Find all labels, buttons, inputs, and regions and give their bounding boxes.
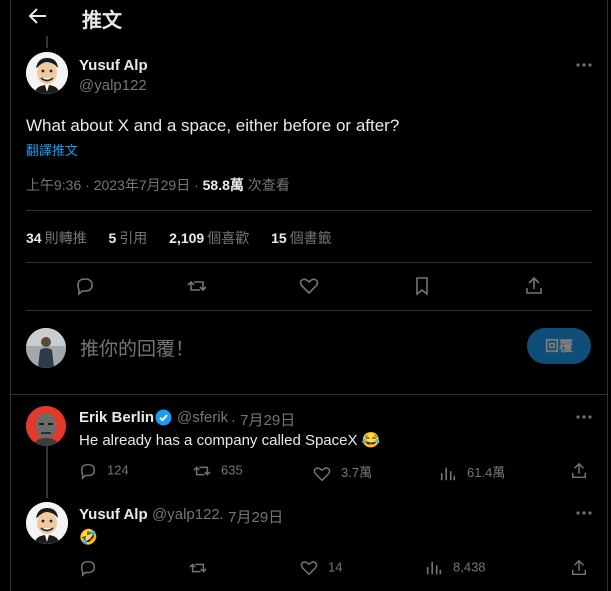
engagement-stats: 34 則轉推 5 引用 2,109 個喜歡 15 個書籤 <box>26 228 350 248</box>
tweet-timestamp[interactable]: 上午9:36 · 2023年7月29日 · <box>26 177 203 193</box>
like-stat[interactable]: 2,109 個喜歡 <box>169 230 249 246</box>
like-action[interactable]: 3.7萬 <box>313 462 372 483</box>
more-options-icon[interactable] <box>575 62 595 68</box>
reply-count: 124 <box>107 462 129 478</box>
reply-text: 🤣 <box>79 529 98 546</box>
view-count: 58.8萬 <box>202 177 244 193</box>
like-action[interactable]: 14 <box>300 559 342 577</box>
reply-date[interactable]: · 7月29日 <box>219 506 283 527</box>
column-border-right <box>607 0 608 591</box>
reply-text: He already has a company called SpaceX 😂 <box>79 432 381 449</box>
view-label: 次查看 <box>243 177 290 193</box>
divider <box>26 210 592 211</box>
author-handle[interactable]: @yalp122 <box>152 506 220 523</box>
column-border-left <box>10 0 11 591</box>
avatar[interactable] <box>26 52 68 94</box>
more-options-icon[interactable] <box>575 414 595 420</box>
author-name[interactable]: Yusuf Alp <box>79 57 148 74</box>
translate-link[interactable]: 翻譯推文 <box>26 140 78 159</box>
divider <box>26 310 592 311</box>
verified-badge-icon <box>155 409 172 426</box>
retweet-stat[interactable]: 34 則轉推 <box>26 230 87 246</box>
thread-connector <box>46 446 48 498</box>
retweet-count: 635 <box>221 462 243 478</box>
divider <box>26 262 592 263</box>
reply-input[interactable]: 推你的回覆！ <box>80 334 194 361</box>
view-count: 8,438 <box>453 559 486 575</box>
avatar[interactable] <box>26 406 66 446</box>
reply-action[interactable]: 124 <box>79 462 129 480</box>
views-action[interactable]: 61.4萬 <box>439 462 505 483</box>
current-user-avatar[interactable] <box>26 328 66 368</box>
retweet-action[interactable] <box>189 559 217 577</box>
retweet-icon[interactable] <box>187 276 207 296</box>
reply-button[interactable]: 回覆 <box>527 328 591 364</box>
author-name[interactable]: Erik Berlin <box>79 409 154 426</box>
reply-date[interactable]: · 7月29日 <box>231 409 295 430</box>
thread-connector <box>46 36 48 48</box>
retweet-action[interactable]: 635 <box>193 462 243 480</box>
bookmark-icon[interactable] <box>412 276 432 296</box>
more-options-icon[interactable] <box>575 510 595 516</box>
page-title: 推文 <box>82 10 122 32</box>
tweet-meta: 上午9:36 · 2023年7月29日 · 58.8萬 次查看 <box>26 175 290 195</box>
back-arrow-icon[interactable] <box>28 6 48 26</box>
share-icon[interactable] <box>570 462 588 480</box>
divider <box>11 394 607 395</box>
author-name[interactable]: Yusuf Alp <box>79 506 148 523</box>
tweet-text: What about X and a space, either before … <box>26 116 400 135</box>
author-handle[interactable]: @sferik <box>177 409 228 426</box>
quote-stat[interactable]: 5 引用 <box>108 230 147 246</box>
like-icon[interactable] <box>299 276 319 296</box>
like-count: 3.7萬 <box>341 465 373 480</box>
share-icon[interactable] <box>570 559 588 577</box>
reply-action[interactable] <box>79 559 107 577</box>
reply-icon[interactable] <box>75 276 95 296</box>
author-handle[interactable]: @yalp122 <box>79 77 147 94</box>
avatar[interactable] <box>26 502 68 544</box>
views-action[interactable]: 8,438 <box>425 559 486 577</box>
like-count: 14 <box>328 559 343 575</box>
view-count: 61.4萬 <box>467 465 506 480</box>
share-icon[interactable] <box>524 276 544 296</box>
bookmark-stat[interactable]: 15 個書籤 <box>271 230 332 246</box>
